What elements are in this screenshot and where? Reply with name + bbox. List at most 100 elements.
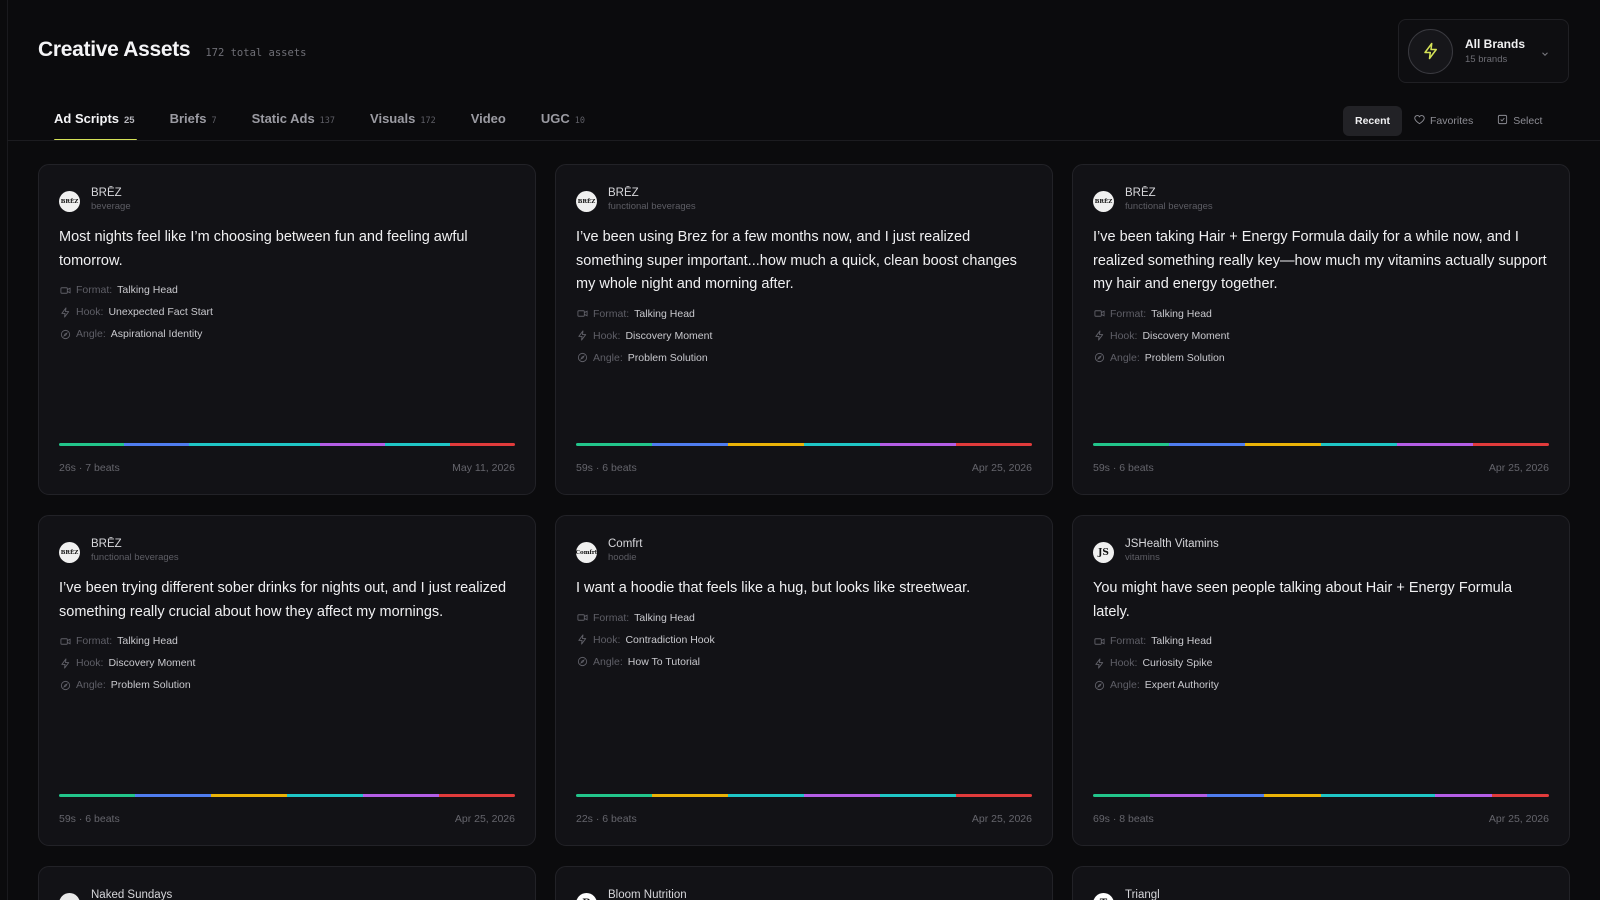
heart-icon: [1414, 114, 1425, 128]
script-card[interactable]: T Triangl: [1072, 866, 1570, 900]
meta-angle-value: Expert Authority: [1144, 679, 1219, 691]
beat-segment: [1397, 443, 1473, 446]
card-brand: JSHealth Vitamins: [1125, 538, 1219, 550]
brand-avatar: BRĒZ: [576, 191, 597, 212]
asset-count: 172 total assets: [205, 47, 307, 59]
card-brand: BRĒZ: [608, 187, 639, 199]
beat-segment: [1150, 794, 1207, 797]
card-category: functional beverages: [91, 552, 179, 563]
meta-hook-label: Hook:: [76, 657, 104, 669]
select-label: Select: [1513, 115, 1543, 127]
script-card[interactable]: BRĒZ BRĒZ functional beverages I’ve been…: [1072, 164, 1570, 495]
favorites-button[interactable]: Favorites: [1402, 106, 1485, 136]
compass-icon: [576, 656, 588, 668]
tab-video[interactable]: Video: [471, 111, 506, 141]
meta-hook-value: Discovery Moment: [625, 329, 713, 342]
meta-angle-label: Angle:: [593, 655, 623, 668]
beat-segment: [1473, 443, 1549, 446]
meta-format-value: Talking Head: [1151, 635, 1212, 647]
script-hook-text: I want a hoodie that feels like a hug, b…: [576, 580, 971, 596]
checkbox-icon: [1497, 114, 1508, 128]
bolt-icon: [59, 306, 71, 318]
bolt-icon: [1093, 657, 1105, 669]
card-meta: Format: Talking Head Hook: Discovery Mom…: [576, 307, 1032, 365]
meta-hook-label: Hook:: [76, 306, 104, 318]
meta-hook: Hook: Discovery Moment: [576, 329, 1032, 343]
tab-ad-scripts[interactable]: Ad Scripts 25: [54, 111, 137, 141]
meta-format: Format: Talking Head: [1093, 307, 1549, 321]
meta-format-value: Talking Head: [117, 635, 178, 647]
card-footer: 59s · 6 beats Apr 25, 2026: [59, 813, 515, 825]
tab-ugc[interactable]: UGC 10: [541, 111, 585, 141]
script-card[interactable]: Comfrt Comfrt hoodie I want a hoodie tha…: [555, 515, 1053, 846]
meta-angle-label: Angle:: [1110, 679, 1140, 691]
meta-hook: Hook: Discovery Moment: [1093, 329, 1549, 343]
tab-briefs[interactable]: Briefs 7: [170, 111, 217, 141]
brand-avatar: BRĒZ: [59, 191, 80, 212]
tab-visuals[interactable]: Visuals 172: [370, 111, 436, 141]
script-card[interactable]: BRĒZ BRĒZ functional beverages I’ve been…: [38, 515, 536, 846]
brand-switcher[interactable]: All Brands 15 brands: [1398, 19, 1569, 83]
card-brand: BRĒZ: [91, 187, 122, 199]
card-footer: 59s · 6 beats Apr 25, 2026: [576, 462, 1032, 474]
card-duration: 59s · 6 beats: [576, 462, 637, 474]
recent-button[interactable]: Recent: [1343, 106, 1403, 136]
card-footer: 69s · 8 beats Apr 25, 2026: [1093, 813, 1549, 825]
meta-hook-label: Hook:: [593, 633, 621, 646]
meta-angle-value: How To Tutorial: [627, 655, 700, 668]
brand-avatar: BRĒZ: [59, 542, 80, 563]
script-card[interactable]: BRĒZ BRĒZ beverage Most nights feel like…: [38, 164, 536, 495]
meta-hook-value: Discovery Moment: [1142, 329, 1230, 342]
meta-format-label: Format:: [593, 611, 630, 624]
video-icon: [576, 308, 588, 320]
beat-segment: [576, 794, 652, 797]
tab-label: Visuals: [370, 111, 416, 126]
card-meta: Format: Talking Head Hook: Discovery Mom…: [59, 634, 515, 692]
script-hook-text: You might have seen people talking about…: [1093, 580, 1513, 620]
script-card[interactable]: JS JSHealth Vitamins vitamins You might …: [1072, 515, 1570, 846]
beat-timeline: [59, 794, 515, 797]
beat-segment: [363, 794, 439, 797]
beat-segment: [319, 443, 385, 446]
meta-angle-value: Problem Solution: [1144, 351, 1225, 364]
meta-format-label: Format:: [76, 635, 113, 647]
script-card[interactable]: AKE Naked Sundays: [38, 866, 536, 900]
script-card[interactable]: B Bloom Nutrition: [555, 866, 1053, 900]
card-brand: Bloom Nutrition: [608, 889, 687, 900]
card-category: functional beverages: [608, 201, 696, 212]
beat-segment: [254, 443, 320, 446]
beat-segment: [1321, 443, 1397, 446]
card-header: Comfrt Comfrt hoodie: [576, 538, 1032, 563]
card-brand: BRĒZ: [1125, 187, 1156, 199]
meta-hook-value: Unexpected Fact Start: [108, 306, 213, 318]
beat-segment: [728, 443, 804, 446]
tab-static-ads[interactable]: Static Ads 137: [252, 111, 335, 141]
beat-segment: [1093, 443, 1169, 446]
beat-timeline: [576, 443, 1032, 446]
tab-count: 7: [211, 116, 217, 126]
compass-icon: [1093, 352, 1105, 364]
meta-angle: Angle: Aspirational Identity: [59, 327, 515, 341]
meta-hook: Hook: Discovery Moment: [59, 656, 515, 670]
meta-angle: Angle: Expert Authority: [1093, 678, 1549, 692]
meta-hook: Hook: Unexpected Fact Start: [59, 305, 515, 319]
asset-grid: BRĒZ BRĒZ beverage Most nights feel like…: [38, 164, 1570, 900]
compass-icon: [59, 679, 71, 691]
meta-format-value: Talking Head: [634, 307, 695, 320]
script-card[interactable]: BRĒZ BRĒZ functional beverages I’ve been…: [555, 164, 1053, 495]
card-date: May 11, 2026: [452, 462, 515, 474]
meta-format-label: Format:: [1110, 307, 1147, 320]
video-icon: [59, 635, 71, 647]
select-button[interactable]: Select: [1485, 106, 1554, 136]
script-hook-text: I’ve been using Brez for a few months no…: [576, 229, 1017, 292]
card-meta: Format: Talking Head Hook: Contradiction…: [576, 611, 1032, 669]
compass-icon: [1093, 679, 1105, 691]
card-date: Apr 25, 2026: [971, 462, 1032, 474]
beat-segment: [135, 794, 211, 797]
meta-format-value: Talking Head: [117, 284, 178, 296]
beat-segment: [1169, 443, 1245, 446]
card-header: AKE Naked Sundays: [59, 889, 515, 900]
beat-segment: [880, 794, 956, 797]
meta-hook-label: Hook:: [1110, 657, 1138, 669]
brand-switcher-name: All Brands: [1465, 37, 1526, 51]
